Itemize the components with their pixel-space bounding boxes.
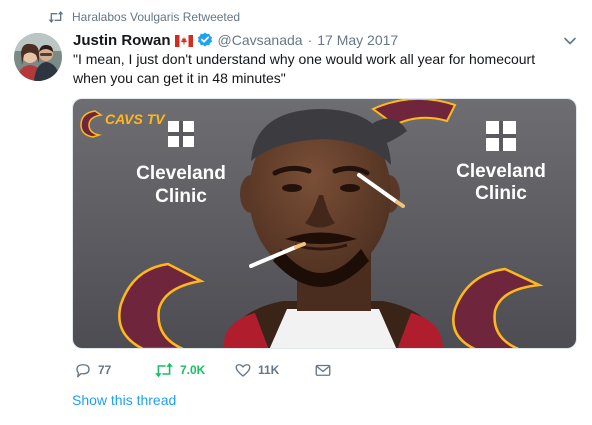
tweet-card[interactable]: Haralabos Voulgaris Retweeted Justin Row… (0, 0, 592, 425)
sponsor-left-line1: Cleveland (136, 163, 226, 184)
tweet-date[interactable]: 17 May 2017 (317, 32, 398, 48)
retweet-icon (155, 362, 173, 378)
author-handle[interactable]: @Cavsanada (218, 32, 303, 48)
reply-action[interactable]: 77 (74, 360, 111, 380)
sponsor-right-line1: Cleveland (456, 161, 546, 182)
tweet-media-photo[interactable]: CAVS TV Cleveland Clinic Cleveland Clini… (72, 98, 577, 349)
retweet-count: 7.0K (180, 363, 206, 377)
direct-message-action[interactable] (314, 360, 332, 380)
header-separator: · (307, 32, 313, 48)
retweet-action[interactable]: 7.0K (154, 360, 205, 380)
cavs-tv-label: CAVS TV (105, 111, 166, 127)
reply-icon (76, 364, 90, 378)
sponsor-right-line2: Clinic (475, 183, 527, 204)
avatar[interactable] (14, 33, 62, 81)
tweet-text: "I mean, I just don't understand why one… (73, 51, 536, 86)
like-count: 11K (258, 363, 280, 377)
retweet-context-label[interactable]: Haralabos Voulgaris Retweeted (72, 10, 240, 24)
canada-flag-icon (174, 34, 193, 47)
envelope-icon (315, 364, 331, 376)
chevron-down-icon[interactable] (563, 34, 577, 48)
heart-icon (235, 364, 251, 377)
author-name[interactable]: Justin Rowan (73, 32, 171, 49)
show-thread-link[interactable]: Show this thread (72, 392, 176, 408)
retweet-icon (48, 11, 64, 23)
verified-badge-icon (197, 32, 213, 48)
like-action[interactable]: 11K (234, 360, 279, 380)
sponsor-left-line2: Clinic (155, 186, 207, 207)
tweet-header: Justin Rowan @Cavsanada · 17 May 2017 (73, 30, 398, 50)
reply-count: 77 (98, 363, 112, 377)
retweet-context: Haralabos Voulgaris Retweeted (48, 9, 240, 25)
